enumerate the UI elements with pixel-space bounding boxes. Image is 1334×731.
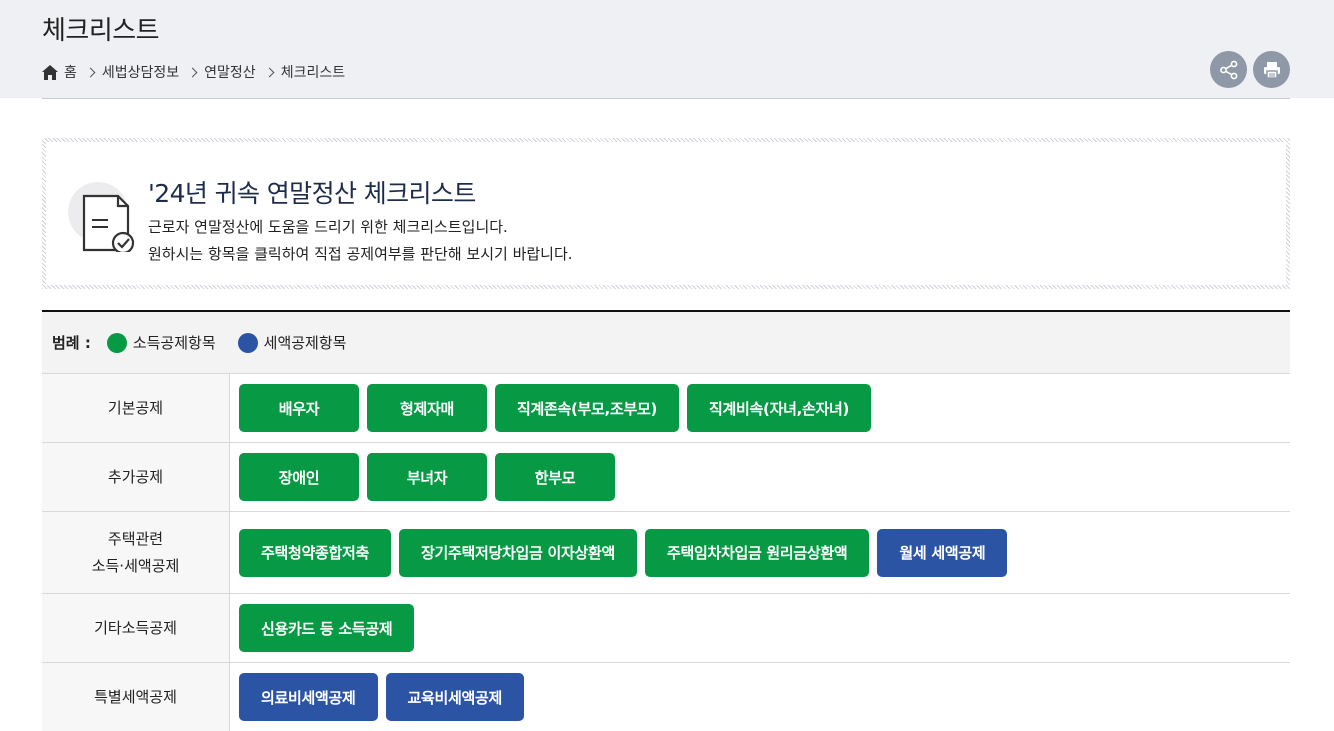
lease-loan-repayment-button[interactable]: 주택임차차입금 원리금상환액 [644,528,870,577]
row-buttons: 주택청약종합저축 장기주택저당차입금 이자상환액 주택임차차입금 원리금상환액 … [230,512,1015,593]
intro-line-1: 근로자 연말정산에 도움을 드리기 위한 체크리스트입니다. [148,218,508,236]
spouse-button[interactable]: 배우자 [239,384,359,432]
woman-householder-button[interactable]: 부녀자 [367,453,487,501]
legend-title: 범례 : [52,334,91,352]
breadcrumb-home-label: 홈 [64,65,77,81]
chevron-right-icon [187,67,198,77]
table-row-additional: 추가공제 장애인 부녀자 한부모 [42,442,1290,511]
breadcrumb-item-year-end[interactable]: 연말정산 [204,62,256,82]
breadcrumb: 홈 세법상담정보 연말정산 체크리스트 [42,62,345,82]
chevron-right-icon [264,67,275,77]
page-title: 체크리스트 [42,16,160,46]
legend-income-label: 소득공제항목 [132,334,216,352]
row-label: 기본공제 [42,374,230,442]
intro-box: '24년 귀속 연말정산 체크리스트 근로자 연말정산에 도움을 드리기 위한 … [42,138,1290,289]
row-label: 기타소득공제 [42,594,230,662]
single-parent-button[interactable]: 한부모 [495,453,615,501]
header-band [0,0,1334,98]
table-row-special-tax: 특별세액공제 의료비세액공제 교육비세액공제 [42,662,1290,731]
row-label: 특별세액공제 [42,663,230,731]
disabled-person-button[interactable]: 장애인 [239,453,359,501]
medical-expense-credit-button[interactable]: 의료비세액공제 [239,673,378,721]
row-buttons: 의료비세액공제 교육비세액공제 [230,663,532,731]
table-row-other-income: 기타소득공제 신용카드 등 소득공제 [42,593,1290,662]
green-dot-icon [106,332,127,353]
blue-dot-icon [237,332,258,353]
legend-item-tax: 세액공제항목 [237,332,347,353]
checklist-table: 기본공제 배우자 형제자매 직계존속(부모,조부모) 직계비속(자녀,손자녀) … [42,373,1290,731]
row-label: 주택관련 소득·세액공제 [42,512,230,593]
chevron-right-icon [85,67,96,77]
legend: 범례 : 소득공제항목 세액공제항목 [42,310,1290,373]
table-row-housing: 주택관련 소득·세액공제 주택청약종합저축 장기주택저당차입금 이자상환액 주택… [42,511,1290,593]
intro-line-2: 원하시는 항목을 클릭하여 직접 공제여부를 판단해 보시기 바랍니다. [148,245,573,263]
ascendants-button[interactable]: 직계존속(부모,조부모) [495,384,680,432]
housing-subscription-button[interactable]: 주택청약종합저축 [239,528,392,577]
document-check-icon [68,182,138,255]
monthly-rent-credit-button[interactable]: 월세 세액공제 [877,528,1008,577]
share-button[interactable] [1210,51,1247,88]
row-buttons: 배우자 형제자매 직계존속(부모,조부모) 직계비속(자녀,손자녀) [230,374,879,442]
print-icon [1263,61,1280,79]
descendants-button[interactable]: 직계비속(자녀,손자녀) [687,384,872,432]
header-divider [42,98,1290,99]
row-label-line-1: 주택관련 [107,529,164,548]
home-icon [42,64,58,80]
legend-tax-label: 세액공제항목 [263,334,347,352]
print-button[interactable] [1253,51,1290,88]
breadcrumb-item-tax-consult[interactable]: 세법상담정보 [102,62,179,82]
row-label: 추가공제 [42,443,230,511]
breadcrumb-home[interactable]: 홈 [42,62,77,82]
credit-card-deduction-button[interactable]: 신용카드 등 소득공제 [239,604,415,652]
breadcrumb-item-checklist[interactable]: 체크리스트 [281,62,345,82]
intro-description: 근로자 연말정산에 도움을 드리기 위한 체크리스트입니다. 원하시는 항목을 … [148,214,573,268]
siblings-button[interactable]: 형제자매 [367,384,487,432]
row-label-line-2: 소득·세액공제 [91,556,180,575]
education-expense-credit-button[interactable]: 교육비세액공제 [385,673,525,721]
mortgage-interest-button[interactable]: 장기주택저당차입금 이자상환액 [399,528,637,577]
row-buttons: 신용카드 등 소득공제 [230,594,422,662]
intro-title: '24년 귀속 연말정산 체크리스트 [148,179,476,208]
row-buttons: 장애인 부녀자 한부모 [230,443,623,511]
legend-item-income: 소득공제항목 [106,332,216,353]
share-icon [1219,60,1237,79]
table-row-basic: 기본공제 배우자 형제자매 직계존속(부모,조부모) 직계비속(자녀,손자녀) [42,373,1290,442]
